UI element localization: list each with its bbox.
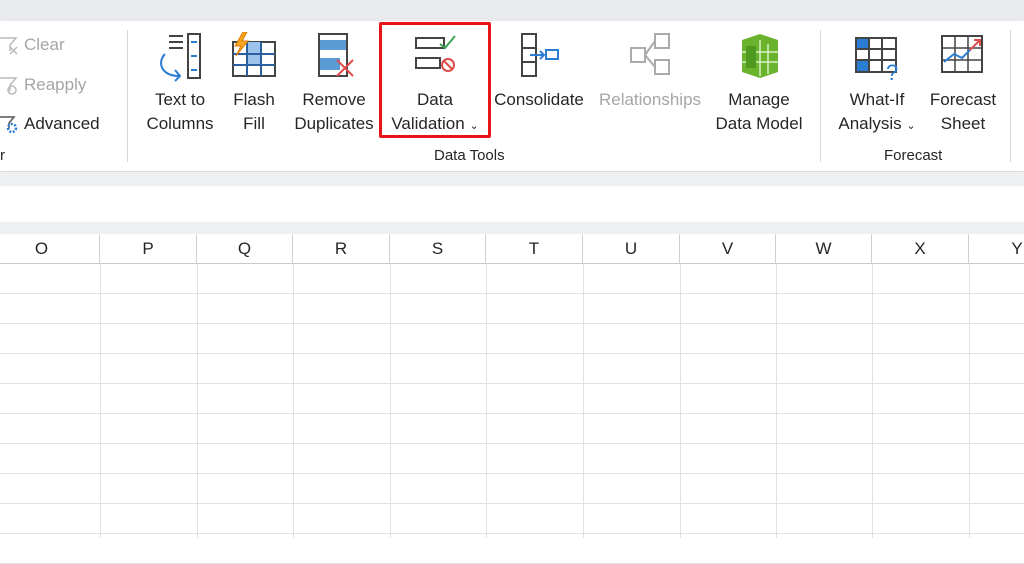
grid-row[interactable] — [0, 294, 1024, 324]
relationships-icon — [630, 33, 670, 75]
grid-row[interactable] — [0, 504, 1024, 534]
consolidate-button[interactable]: Consolidate — [490, 32, 588, 112]
column-header-v[interactable]: V — [680, 234, 776, 264]
column-header-y[interactable]: Y — [969, 234, 1024, 264]
what-if-analysis-button[interactable]: ? What-If Analysis ⌄ — [832, 32, 922, 138]
clear-filter-icon — [0, 37, 18, 55]
flash-fill-icon — [232, 32, 276, 77]
data-tools-group-label: Data Tools — [434, 147, 505, 164]
relationships-button[interactable]: Relationships — [594, 32, 706, 112]
manage-data-model-button[interactable]: Manage Data Model — [710, 32, 808, 136]
group-divider — [127, 30, 128, 162]
forecast-group-label: Forecast — [884, 147, 943, 164]
grid-row[interactable] — [0, 384, 1024, 414]
remove-duplicates-icon — [318, 33, 354, 77]
grid-row[interactable] — [0, 414, 1024, 444]
svg-text:?: ? — [886, 60, 898, 82]
grid-row[interactable] — [0, 444, 1024, 474]
text-to-columns-button[interactable]: Text to Columns — [140, 32, 220, 136]
chevron-down-icon: ⌄ — [906, 120, 916, 132]
clear-button[interactable]: Clear — [0, 35, 65, 55]
forecast-sheet-button[interactable]: Forecast Sheet — [924, 32, 1002, 136]
reapply-button[interactable]: Reapply — [0, 75, 86, 95]
column-header-t[interactable]: T — [486, 234, 583, 264]
sort-filter-group-label: r — [0, 147, 5, 164]
remove-duplicates-button[interactable]: Remove Duplicates — [292, 32, 376, 136]
text-to-columns-icon — [160, 33, 201, 82]
column-header-x[interactable]: X — [872, 234, 969, 264]
grid-row[interactable] — [0, 354, 1024, 384]
what-if-icon: ? — [855, 37, 898, 82]
reapply-icon — [0, 77, 18, 95]
title-bar-band — [0, 0, 1024, 21]
forecast-sheet-icon — [941, 35, 983, 73]
consolidate-icon — [521, 33, 559, 77]
highlight-box — [379, 22, 491, 138]
column-header-r[interactable]: R — [293, 234, 390, 264]
sheet-top-band — [0, 222, 1024, 234]
column-header-u[interactable]: U — [583, 234, 680, 264]
advanced-button[interactable]: Advanced — [0, 114, 100, 134]
group-divider — [1010, 30, 1011, 162]
grid-row[interactable] — [0, 474, 1024, 504]
column-header-q[interactable]: Q — [197, 234, 293, 264]
column-header-p[interactable]: P — [100, 234, 197, 264]
advanced-filter-icon — [0, 116, 18, 134]
column-header-o[interactable]: O — [0, 234, 100, 264]
grid-row[interactable] — [0, 324, 1024, 354]
grid-row[interactable] — [0, 264, 1024, 294]
grid-row[interactable] — [0, 534, 1024, 564]
column-header-s[interactable]: S — [390, 234, 486, 264]
data-model-icon — [742, 34, 778, 78]
formula-bar[interactable] — [0, 186, 1024, 222]
ribbon-bottom-band — [0, 172, 1024, 186]
column-header-w[interactable]: W — [776, 234, 872, 264]
group-divider — [820, 30, 821, 162]
flash-fill-button[interactable]: Flash Fill — [224, 32, 284, 136]
